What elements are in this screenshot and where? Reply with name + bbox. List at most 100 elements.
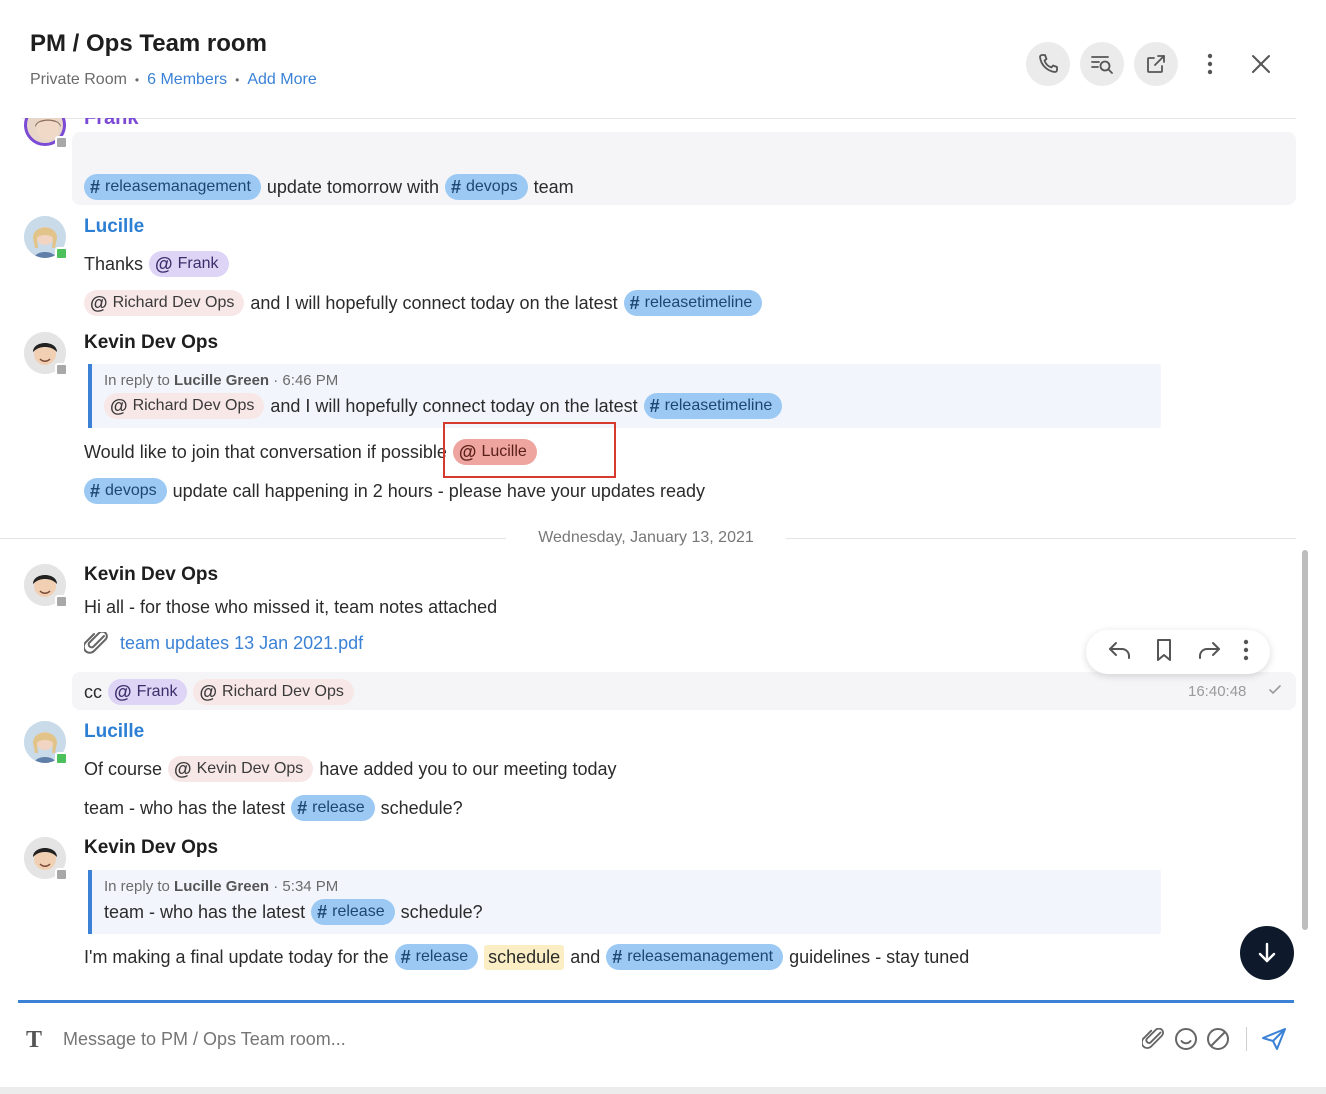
reply-quote[interactable]: In reply to Lucille Green · 6:46 PM @ Ric…: [88, 364, 1161, 428]
members-link[interactable]: 6 Members: [147, 71, 227, 89]
user-mention[interactable]: @ Frank: [108, 679, 188, 705]
channel-tag[interactable]: # devops: [444, 174, 528, 200]
room-subtitle: Private Room • 6 Members • Add More: [30, 71, 317, 89]
reply-author: Lucille Green: [174, 878, 270, 895]
reply-author: Lucille Green: [174, 372, 270, 389]
close-button[interactable]: [1239, 42, 1283, 86]
reply-prefix: In reply to: [104, 878, 170, 895]
jump-to-latest-button[interactable]: [1240, 926, 1294, 980]
hash-icon: #: [400, 946, 411, 967]
send-button[interactable]: [1260, 1025, 1288, 1053]
text-span: guidelines - stay tuned: [789, 946, 970, 967]
mention-label: Frank: [136, 683, 178, 700]
emoji-icon: [1175, 1028, 1197, 1050]
user-mention[interactable]: @ Richard Dev Ops: [104, 393, 265, 419]
external-link-icon: [1147, 55, 1165, 73]
channel-tag[interactable]: # release: [311, 899, 395, 925]
message-text: Thanks @ Frank: [84, 251, 235, 277]
highlight-box: [443, 422, 616, 478]
gif-button[interactable]: [1204, 1025, 1232, 1053]
message-more-button[interactable]: [1243, 639, 1249, 666]
mention-label: Richard Dev Ops: [112, 294, 235, 311]
hash-icon: #: [629, 292, 640, 313]
text-span: cc: [84, 681, 102, 702]
message-author[interactable]: Kevin Dev Ops: [84, 332, 218, 354]
channel-tag-label: releasemanagement: [105, 178, 251, 195]
reply-button[interactable]: [1107, 639, 1133, 666]
hash-icon: #: [612, 946, 623, 967]
text-format-icon[interactable]: T: [26, 1027, 42, 1054]
message-action-bar: [1086, 630, 1270, 674]
search-thread-button[interactable]: [1080, 42, 1124, 86]
hash-icon: #: [649, 395, 660, 416]
text-span: I'm making a final update today for the: [84, 946, 389, 967]
channel-tag-label: release: [332, 903, 385, 920]
user-mention[interactable]: @ Kevin Dev Ops: [168, 756, 314, 782]
user-mention[interactable]: @ Frank: [149, 251, 229, 277]
mention-label: Richard Dev Ops: [222, 683, 344, 700]
channel-tag[interactable]: # devops: [84, 478, 167, 504]
bookmark-button[interactable]: [1154, 638, 1174, 667]
reply-meta: In reply to Lucille Green · 5:34 PM: [104, 878, 338, 895]
forward-button[interactable]: [1196, 639, 1222, 666]
composer-divider: [1246, 1027, 1247, 1051]
attach-button[interactable]: [1140, 1025, 1168, 1053]
message-author[interactable]: Lucille: [84, 216, 144, 238]
message-input[interactable]: [63, 1029, 763, 1050]
at-icon: @: [110, 395, 128, 416]
reply-quote[interactable]: In reply to Lucille Green · 5:34 PM team…: [88, 870, 1161, 934]
at-icon: @: [90, 292, 108, 313]
at-icon: @: [155, 253, 173, 274]
reply-time: · 6:46 PM: [273, 372, 339, 389]
scrollbar-thumb[interactable]: [1302, 550, 1308, 930]
channel-tag[interactable]: # release: [291, 795, 375, 821]
status-offline-icon: [55, 595, 68, 608]
status-offline-icon: [55, 136, 68, 149]
user-mention[interactable]: @ Richard Dev Ops: [84, 290, 245, 316]
channel-tag[interactable]: # release: [394, 944, 479, 970]
message-text: Of course @ Kevin Dev Ops have added you …: [84, 756, 623, 782]
hash-icon: #: [90, 480, 101, 501]
channel-tag[interactable]: # releasetimeline: [643, 393, 783, 419]
text-span: team - who has the latest: [84, 797, 286, 818]
reply-meta: In reply to Lucille Green · 6:46 PM: [104, 372, 338, 389]
room-title: PM / Ops Team room: [30, 30, 267, 57]
status-offline-icon: [55, 363, 68, 376]
file-attachment[interactable]: team updates 13 Jan 2021.pdf: [84, 632, 369, 654]
message-timestamp: 16:40:48: [1188, 683, 1247, 700]
text-span: Thanks: [84, 253, 144, 274]
file-link[interactable]: team updates 13 Jan 2021.pdf: [120, 633, 363, 654]
channel-tag[interactable]: # releasetimeline: [623, 290, 763, 316]
call-button[interactable]: [1026, 42, 1070, 86]
read-check-icon: [1269, 685, 1281, 695]
channel-tag[interactable]: # releasemanagement: [84, 174, 261, 200]
channel-tag[interactable]: # releasemanagement: [606, 944, 784, 970]
message-text: @ Richard Dev Ops and I will hopefully co…: [84, 290, 768, 316]
message-author[interactable]: Lucille: [84, 721, 144, 743]
more-options-button[interactable]: [1188, 42, 1232, 86]
message-text: I'm making a final update today for the …: [84, 944, 975, 970]
emoji-button[interactable]: [1172, 1025, 1200, 1053]
at-icon: @: [199, 681, 218, 702]
message-list[interactable]: Frank # releasemanagement update tomorrow…: [0, 118, 1326, 1000]
text-span: and I will hopefully connect today on th…: [250, 292, 618, 313]
open-external-button[interactable]: [1134, 42, 1178, 86]
reply-text: @ Richard Dev Ops and I will hopefully co…: [104, 393, 788, 419]
user-mention[interactable]: @ Richard Dev Ops: [193, 679, 354, 705]
phone-icon: [1039, 54, 1058, 73]
message-author[interactable]: Frank: [84, 118, 138, 130]
text-span: Of course: [84, 758, 163, 779]
message-author[interactable]: Kevin Dev Ops: [84, 837, 218, 859]
status-online-icon: [55, 752, 68, 765]
bookmark-icon: [1157, 638, 1172, 661]
channel-tag-label: releasemanagement: [627, 948, 774, 965]
add-more-link[interactable]: Add More: [247, 71, 316, 89]
message-author[interactable]: Kevin Dev Ops: [84, 564, 218, 586]
message-text: # releasemanagement update tomorrow with …: [84, 174, 580, 200]
separator-dot: •: [235, 73, 240, 87]
forward-icon: [1198, 641, 1220, 659]
room-header: PM / Ops Team room Private Room • 6 Memb…: [0, 0, 1326, 118]
status-online-icon: [55, 247, 68, 260]
room-type: Private Room: [30, 71, 127, 88]
status-offline-icon: [55, 868, 68, 881]
